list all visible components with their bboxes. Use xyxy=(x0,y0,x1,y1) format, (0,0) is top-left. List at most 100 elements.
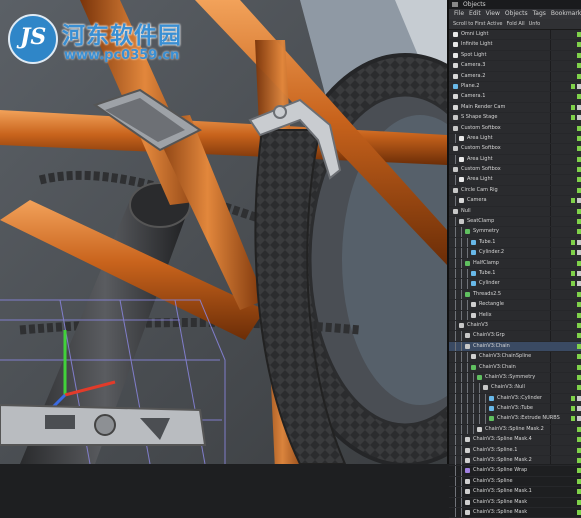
visibility-check-icon[interactable] xyxy=(571,115,575,121)
visibility-check-icon[interactable] xyxy=(577,229,581,235)
tree-row[interactable]: Custom Softbox xyxy=(449,124,581,134)
material-tag-icon[interactable] xyxy=(577,281,581,287)
tree-row[interactable]: Plane.2 xyxy=(449,82,581,93)
material-tag-icon[interactable] xyxy=(577,250,581,256)
visibility-check-icon[interactable] xyxy=(577,32,581,37)
material-tag-icon[interactable] xyxy=(577,406,581,412)
tree-row[interactable]: ChainV3 xyxy=(449,320,581,332)
tree-row[interactable]: ChainV3::Spline Mask xyxy=(449,497,581,508)
tree-row[interactable]: Infinite Light xyxy=(449,40,581,51)
tree-row[interactable]: ChainV3::Spline Mask.2 xyxy=(449,456,581,467)
visibility-check-icon[interactable] xyxy=(577,302,581,308)
visibility-check-icon[interactable] xyxy=(577,499,581,505)
tree-row[interactable]: Area Light xyxy=(449,175,581,186)
tree-row[interactable]: Tube.1 xyxy=(449,268,581,280)
material-tag-icon[interactable] xyxy=(577,416,581,422)
material-tag-icon[interactable] xyxy=(577,115,581,121)
tree-row[interactable]: Spot Light xyxy=(449,51,581,62)
tree-row[interactable]: ChainV3::Spline Mask.4 xyxy=(449,435,581,446)
tree-row[interactable]: Main Render Cam xyxy=(449,103,581,114)
menu-item-edit[interactable]: Edit xyxy=(469,9,481,19)
visibility-check-icon[interactable] xyxy=(571,416,575,422)
visibility-check-icon[interactable] xyxy=(577,187,581,193)
visibility-check-icon[interactable] xyxy=(577,374,581,380)
visibility-check-icon[interactable] xyxy=(577,291,581,297)
material-tag-icon[interactable] xyxy=(577,395,581,401)
visibility-check-icon[interactable] xyxy=(577,219,581,225)
tree-row[interactable]: ChainV3:Grp xyxy=(449,331,581,342)
tree-row[interactable]: ChainV3::Symmetry xyxy=(449,372,581,384)
toolbar-button-1[interactable]: Fold All xyxy=(506,19,524,29)
material-tag-icon[interactable] xyxy=(577,239,581,245)
visibility-check-icon[interactable] xyxy=(577,73,581,79)
visibility-check-icon[interactable] xyxy=(577,478,581,484)
tree-row[interactable]: ChainV3::Spline Mask xyxy=(449,507,581,518)
tree-row[interactable]: Omni Light xyxy=(449,30,581,41)
visibility-check-icon[interactable] xyxy=(577,322,581,328)
tree-row[interactable]: ChainV3:Chain xyxy=(449,362,581,373)
tree-row[interactable]: ChainV3::Spline xyxy=(449,476,581,488)
visibility-check-icon[interactable] xyxy=(577,343,581,349)
tree-row[interactable]: ChainV3:ChainSpline xyxy=(449,352,581,363)
tree-row[interactable]: Tube.1 xyxy=(449,237,581,249)
visibility-check-icon[interactable] xyxy=(577,489,581,495)
tree-row[interactable]: Rectangle xyxy=(449,300,581,311)
tree-row[interactable]: ChainV3:Chain xyxy=(449,341,581,353)
tree-row[interactable]: ChainV3::Null xyxy=(449,383,581,394)
visibility-check-icon[interactable] xyxy=(577,447,581,453)
visibility-check-icon[interactable] xyxy=(577,468,581,474)
material-tag-icon[interactable] xyxy=(577,104,581,110)
tree-row[interactable]: Custom Softbox xyxy=(449,165,581,176)
tree-row[interactable]: ChainV3::Spline Wrap xyxy=(449,466,581,477)
material-tag-icon[interactable] xyxy=(577,270,581,276)
tree-row[interactable]: Symmetry xyxy=(449,227,581,238)
tree-row[interactable]: ChainV3::Spline.1 xyxy=(449,445,581,457)
tree-row[interactable]: Area Light xyxy=(449,154,581,166)
visibility-check-icon[interactable] xyxy=(577,146,581,152)
tree-row[interactable]: Area Light xyxy=(449,133,581,145)
visibility-check-icon[interactable] xyxy=(571,270,575,276)
tree-row[interactable]: ChainV3::Extrude NURBS xyxy=(449,414,581,425)
visibility-check-icon[interactable] xyxy=(577,509,581,515)
tree-row[interactable]: Camera.3 xyxy=(449,61,581,72)
material-tag-icon[interactable] xyxy=(577,83,581,89)
tree-row[interactable]: Camera xyxy=(449,196,581,207)
menu-item-tags[interactable]: Tags xyxy=(533,9,546,19)
visibility-check-icon[interactable] xyxy=(577,63,581,69)
visibility-check-icon[interactable] xyxy=(577,125,581,131)
visibility-check-icon[interactable] xyxy=(577,52,581,58)
visibility-check-icon[interactable] xyxy=(577,208,581,214)
panel-pin-icon[interactable] xyxy=(452,2,458,7)
visibility-check-icon[interactable] xyxy=(571,239,575,245)
visibility-check-icon[interactable] xyxy=(571,406,575,412)
tree-row[interactable]: ChainV3::Cylinder xyxy=(449,393,581,405)
tree-row[interactable]: Circle Cam Rig xyxy=(449,186,581,197)
tree-row[interactable]: Camera.2 xyxy=(449,72,581,82)
tree-row[interactable]: ChainV3::Spline Mask.1 xyxy=(449,487,581,498)
visibility-check-icon[interactable] xyxy=(571,83,575,89)
viewport-3d[interactable]: JS 河东软件园 www.pc0359.cn xyxy=(0,0,447,464)
visibility-check-icon[interactable] xyxy=(577,385,581,391)
visibility-check-icon[interactable] xyxy=(577,260,581,266)
visibility-check-icon[interactable] xyxy=(577,354,581,360)
visibility-check-icon[interactable] xyxy=(577,312,581,318)
tree-row[interactable]: Threads2.5 xyxy=(449,289,581,301)
visibility-check-icon[interactable] xyxy=(577,364,581,370)
visibility-check-icon[interactable] xyxy=(577,426,581,432)
menu-item-objects[interactable]: Objects xyxy=(505,9,528,19)
visibility-check-icon[interactable] xyxy=(571,198,575,204)
visibility-check-icon[interactable] xyxy=(577,94,581,100)
visibility-check-icon[interactable] xyxy=(577,167,581,173)
visibility-check-icon[interactable] xyxy=(577,156,581,162)
tree-row[interactable]: S Shape Stage xyxy=(449,113,581,124)
menu-item-view[interactable]: View xyxy=(486,9,500,19)
tree-row[interactable]: Cylinder xyxy=(449,279,581,290)
tree-row[interactable]: HalfClamp xyxy=(449,258,581,269)
tree-row[interactable]: Helix xyxy=(449,310,581,321)
tree-row[interactable]: ChainV3::Tube xyxy=(449,404,581,415)
tree-row[interactable]: Camera.1 xyxy=(449,92,581,103)
visibility-check-icon[interactable] xyxy=(577,333,581,339)
material-tag-icon[interactable] xyxy=(577,198,581,204)
tree-row[interactable]: Custom Softbox xyxy=(449,144,581,155)
visibility-check-icon[interactable] xyxy=(577,458,581,464)
